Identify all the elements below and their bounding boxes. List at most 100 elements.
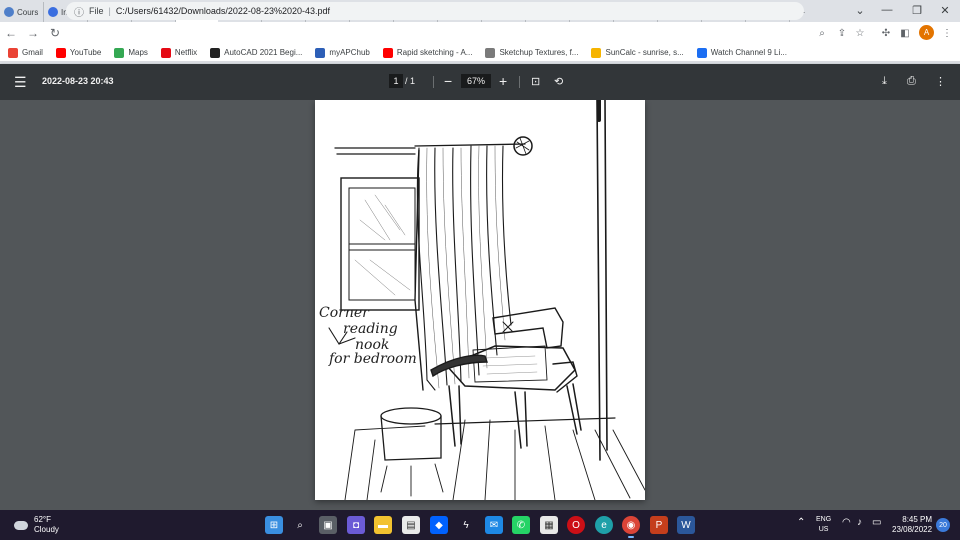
- dropbox-icon[interactable]: ◆: [430, 516, 448, 534]
- restore-button[interactable]: ❐: [902, 0, 932, 20]
- calculator-icon[interactable]: ▦: [540, 516, 558, 534]
- pdf-more-icon[interactable]: ⋮: [935, 75, 946, 88]
- powerpoint-icon[interactable]: P: [650, 516, 668, 534]
- scheme-label: File: [89, 6, 104, 16]
- pdf-viewer[interactable]: Corner reading nook for bedroom: [0, 100, 960, 510]
- weather-condition: Cloudy: [34, 525, 59, 534]
- bookmark-item[interactable]: YouTube: [55, 47, 102, 58]
- language-indicator[interactable]: ENG US: [816, 515, 831, 535]
- forward-button[interactable]: →: [22, 22, 44, 44]
- info-icon[interactable]: ⓘ: [74, 4, 84, 19]
- bookmark-label: AutoCAD 2021 Begi...: [224, 48, 303, 57]
- scheme-separator: |: [108, 6, 111, 16]
- bookmark-item[interactable]: Sketchup Textures, f...: [485, 47, 579, 58]
- weather-temperature: 62°F: [34, 515, 51, 524]
- bookmark-item[interactable]: Maps: [114, 47, 148, 58]
- wifi-icon[interactable]: ◠: [842, 517, 851, 528]
- tab-search-chevron-icon[interactable]: ⌄: [845, 0, 875, 20]
- bookmark-item[interactable]: SunCalc - sunrise, s...: [591, 47, 684, 58]
- notepad-icon[interactable]: ▤: [402, 516, 420, 534]
- close-window-button[interactable]: ✕: [930, 0, 960, 20]
- bookmark-label: Sketchup Textures, f...: [499, 48, 579, 57]
- pdf-page: Corner reading nook for bedroom: [315, 100, 645, 500]
- power-automate-icon[interactable]: ϟ: [457, 516, 475, 534]
- sketch-drawing: [328, 100, 645, 500]
- print-icon[interactable]: ⎙: [907, 75, 916, 88]
- bookmark-item[interactable]: Rapid sketching - A...: [382, 47, 473, 58]
- bookmark-label: SunCalc - sunrise, s...: [605, 48, 684, 57]
- zoom-out-button[interactable]: −: [444, 73, 452, 89]
- bookmark-favicon-icon: [8, 47, 18, 58]
- bookmark-label: Netflix: [174, 48, 198, 57]
- cloud-icon: [14, 520, 28, 530]
- bookmark-label: Gmail: [22, 48, 43, 57]
- hamburger-menu-icon[interactable]: ☰: [14, 74, 27, 91]
- volume-icon[interactable]: ♪: [857, 517, 862, 528]
- bookmark-favicon-icon: [55, 47, 66, 58]
- more-menu-icon[interactable]: ⋮: [940, 26, 954, 40]
- system-clock[interactable]: 8:45 PM 23/08/2022: [892, 515, 932, 535]
- bookmark-label: YouTube: [69, 48, 102, 57]
- tab-title: Cours: [17, 7, 39, 17]
- page-count: / 1: [405, 76, 415, 86]
- clock-time: 8:45 PM: [902, 515, 933, 524]
- lang-bottom: US: [818, 526, 829, 533]
- download-icon[interactable]: ⤓: [882, 75, 887, 88]
- profile-avatar[interactable]: A: [919, 25, 934, 40]
- note-line-4: for bedroom: [329, 351, 417, 367]
- start-icon[interactable]: ⊞: [265, 516, 283, 534]
- bookmark-label: myAPChub: [329, 48, 370, 57]
- bookmark-star-icon[interactable]: ☆: [853, 26, 867, 40]
- bookmark-item[interactable]: AutoCAD 2021 Begi...: [210, 47, 303, 58]
- bookmark-item[interactable]: myAPChub: [315, 47, 370, 58]
- note-line-2: reading: [343, 321, 398, 337]
- tab-favicon-icon: [4, 7, 14, 17]
- bookmark-favicon-icon: [591, 47, 602, 58]
- weather-widget[interactable]: 62°F Cloudy: [14, 515, 59, 535]
- reload-button[interactable]: ↻: [44, 22, 66, 44]
- side-panel-icon[interactable]: ◧: [898, 26, 912, 40]
- file-explorer-icon[interactable]: ▬: [374, 516, 392, 534]
- bookmark-favicon-icon: [210, 47, 221, 58]
- task-view-icon[interactable]: ▣: [319, 516, 337, 534]
- bookmark-label: Maps: [128, 48, 148, 57]
- edge-icon[interactable]: e: [595, 516, 613, 534]
- pdf-toolbar: ☰ 2022-08-23 20:43 1 / 1 − 67% + ⊡ ⟲ ⤓ ⎙…: [0, 64, 960, 100]
- bookmarks-bar: Gmail YouTube Maps Netflix AutoCAD 2021 Begi…: [0, 44, 960, 62]
- tab-favicon-icon: [48, 7, 58, 17]
- bookmark-item[interactable]: Gmail: [8, 47, 43, 58]
- note-line-1: Corner: [319, 305, 369, 321]
- bookmark-item[interactable]: Netflix: [160, 47, 198, 58]
- url-text[interactable]: C:/Users/61432/Downloads/2022-08-23%2020…: [116, 6, 330, 16]
- share-icon[interactable]: ⇪: [835, 26, 849, 40]
- bookmark-favicon-icon: [315, 47, 326, 58]
- opera-icon[interactable]: O: [567, 516, 585, 534]
- chrome-icon[interactable]: ◉: [622, 516, 640, 538]
- bookmark-item[interactable]: Watch Channel 9 Li...: [696, 47, 787, 58]
- pdf-title: 2022-08-23 20:43: [42, 76, 114, 86]
- windows-taskbar: 62°F Cloudy ⊞ ⌕ ▣ ◘ ▬ ▤ ◆ ϟ ✉ ✆ ▦ O e ◉ …: [0, 510, 960, 540]
- lang-top: ENG: [816, 516, 832, 523]
- chat-icon[interactable]: ◘: [347, 516, 365, 534]
- zoom-in-button[interactable]: +: [499, 73, 507, 89]
- notification-badge[interactable]: 20: [936, 518, 950, 532]
- fit-page-icon[interactable]: ⊡: [531, 75, 540, 88]
- back-button[interactable]: ←: [0, 22, 22, 44]
- mail-icon[interactable]: ✉: [485, 516, 503, 534]
- address-bar[interactable]: ⓘ File | C:/Users/61432/Downloads/2022-0…: [66, 2, 804, 20]
- tray-overflow-icon[interactable]: ⌃: [797, 517, 805, 528]
- whatsapp-icon[interactable]: ✆: [512, 516, 530, 534]
- rotate-icon[interactable]: ⟲: [554, 75, 563, 88]
- search-taskbar-icon[interactable]: ⌕: [291, 516, 309, 534]
- battery-icon[interactable]: ▭: [872, 517, 881, 528]
- word-icon[interactable]: W: [677, 516, 695, 534]
- search-icon[interactable]: ⌕: [815, 26, 829, 40]
- bookmark-label: Rapid sketching - A...: [396, 48, 473, 57]
- zoom-input[interactable]: 67%: [461, 74, 491, 88]
- tab[interactable]: Cours: [0, 2, 44, 22]
- extensions-icon[interactable]: ✣: [879, 26, 893, 40]
- clock-date: 23/08/2022: [892, 525, 933, 534]
- page-number-input[interactable]: 1: [389, 74, 403, 88]
- bookmark-favicon-icon: [696, 47, 707, 58]
- minimize-button[interactable]: —: [872, 0, 902, 20]
